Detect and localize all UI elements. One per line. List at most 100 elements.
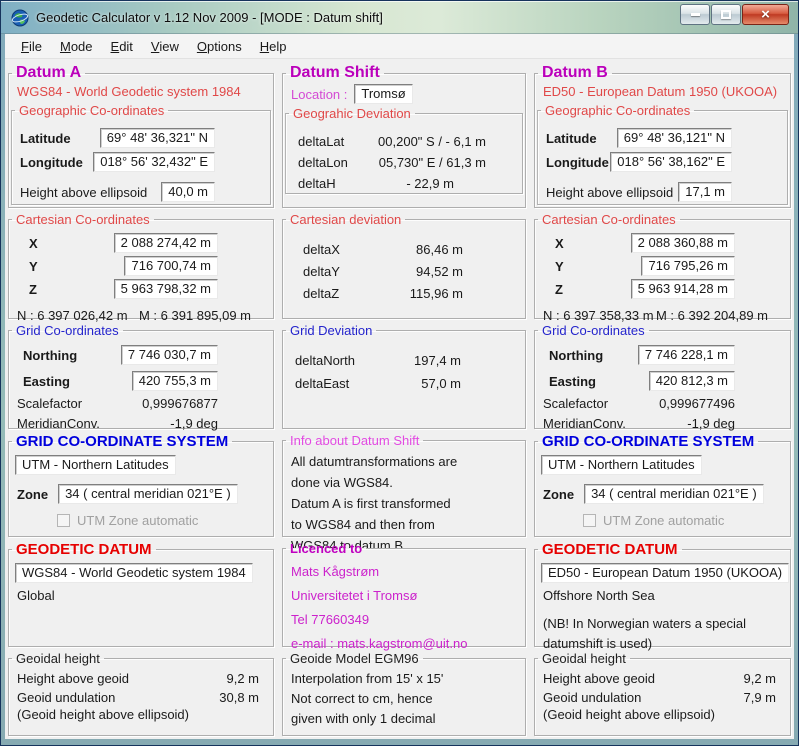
menu-options[interactable]: Options (188, 36, 251, 57)
y-label: Y (29, 259, 38, 274)
deltalon-value: 05,730" E / 61,3 m (379, 155, 486, 170)
longitude-row: Longitude 018° 56' 38,162" E (538, 152, 787, 172)
height-field[interactable]: 40,0 m (161, 182, 215, 202)
latitude-label: Latitude (20, 131, 71, 146)
meridian-row: MeridianConv. -1,9 deg (535, 416, 790, 431)
scalefactor-label: Scalefactor (17, 396, 82, 411)
deltanorth-value: 197,4 m (414, 353, 461, 368)
zone-label: Zone (17, 487, 48, 502)
utm-auto-checkbox[interactable] (583, 514, 596, 527)
zone-label: Zone (543, 487, 574, 502)
latitude-field[interactable]: 69° 48' 36,321" N (100, 128, 215, 148)
datum-b-column: Datum B ED50 - European Datum 1950 (UKOO… (534, 64, 791, 736)
grid-system-field[interactable]: UTM - Northern Latitudes (541, 455, 702, 475)
datum-b-geodetic-frame: GEODETIC DATUM ED50 - European Datum 195… (534, 541, 791, 647)
z-field[interactable]: 5 963 914,28 m (631, 279, 735, 299)
deltay-row: deltaY 94,52 m (283, 264, 525, 279)
geodetic-datum-field[interactable]: ED50 - European Datum 1950 (UKOOA) (541, 563, 789, 583)
menu-mode[interactable]: Mode (51, 36, 102, 57)
height-row: Height above ellipsoid 17,1 m (538, 182, 787, 202)
deltanorth-row: deltaNorth 197,4 m (283, 353, 525, 368)
deltaeast-value: 57,0 m (421, 376, 461, 391)
longitude-field[interactable]: 018° 56' 32,432" E (93, 152, 215, 172)
easting-row: Easting 420 755,3 m (9, 371, 273, 391)
easting-field[interactable]: 420 812,3 m (649, 371, 735, 391)
close-button[interactable]: × (742, 4, 789, 25)
datum-a-geoidal-frame: Geoidal height Height above geoid 9,2 m … (8, 651, 274, 736)
latitude-label: Latitude (546, 131, 597, 146)
geodetic-datum-field[interactable]: WGS84 - World Geodetic system 1984 (15, 563, 253, 583)
nm-row: N : 6 397 358,33 m M : 6 392 204,89 m (535, 308, 790, 323)
easting-field[interactable]: 420 755,3 m (132, 371, 218, 391)
x-row: X 2 088 360,88 m (535, 233, 790, 253)
datum-a-grid-frame: Grid Co-ordinates Northing 7 746 030,7 m… (8, 323, 274, 429)
minimize-button[interactable] (680, 4, 710, 25)
height-label: Height above ellipsoid (20, 185, 147, 200)
geoid-height-value: 9,2 m (743, 671, 776, 686)
datum-b-title: Datum B (538, 64, 612, 82)
geoid-height-row: Height above geoid 9,2 m (9, 671, 273, 686)
deltaeast-row: deltaEast 57,0 m (283, 376, 525, 391)
height-field[interactable]: 17,1 m (678, 182, 732, 202)
utm-auto-label: UTM Zone automatic (603, 513, 724, 528)
northing-label: Northing (23, 348, 77, 363)
longitude-field[interactable]: 018° 56' 38,162" E (610, 152, 732, 172)
location-label: Location : (291, 87, 347, 102)
n-value: N : 6 397 358,33 m (543, 308, 654, 323)
height-label: Height above ellipsoid (546, 185, 673, 200)
geoid-height-row: Height above geoid 9,2 m (535, 671, 790, 686)
z-field[interactable]: 5 963 798,32 m (114, 279, 218, 299)
geoide-model-text: Interpolation from 15' x 15' Not correct… (283, 667, 525, 729)
licensee-name: Mats Kågstrøm (291, 560, 525, 584)
y-field[interactable]: 716 795,26 m (641, 256, 735, 276)
deltaz-value: 115,96 m (410, 286, 463, 301)
titlebar[interactable]: Geodetic Calculator v 1.12 Nov 2009 - [M… (1, 1, 798, 34)
datum-b-frame: Datum B ED50 - European Datum 1950 (UKOO… (534, 64, 791, 208)
deltalon-row: deltaLon 05,730" E / 61,3 m (286, 155, 522, 170)
scalefactor-row: Scalefactor 0,999676877 (9, 396, 273, 411)
easting-label: Easting (23, 374, 70, 389)
x-field[interactable]: 2 088 274,42 m (114, 233, 218, 253)
northing-field[interactable]: 7 746 228,1 m (638, 345, 735, 365)
height-row: Height above ellipsoid 40,0 m (12, 182, 270, 202)
meridian-value: -1,9 deg (687, 416, 735, 431)
x-field[interactable]: 2 088 360,88 m (631, 233, 735, 253)
licence-text: Mats Kågstrøm Universitetet i Tromsø Tel… (283, 557, 525, 656)
datum-a-frame: Datum A WGS84 - World Geodetic system 19… (8, 64, 274, 208)
window-body: Datum A WGS84 - World Geodetic system 19… (1, 59, 798, 745)
utm-auto-row: UTM Zone automatic (583, 513, 790, 528)
deltalat-value: 00,200" S / - 6,1 m (378, 134, 486, 149)
zone-field[interactable]: 34 ( central meridian 021°E ) (58, 484, 238, 504)
geodetic-datum-notes: Global (9, 583, 273, 606)
undulation-row: Geoid undulation 30,8 m (9, 690, 273, 705)
datum-shift-frame: Datum Shift Location : Tromsø Geograhic … (282, 64, 526, 208)
northing-row: Northing 7 746 228,1 m (535, 345, 790, 365)
info-frame: Info about Datum Shift All datumtransfor… (282, 433, 526, 537)
menu-file[interactable]: File (12, 36, 51, 57)
scalefactor-value: 0,999676877 (142, 396, 218, 411)
y-field[interactable]: 716 700,74 m (124, 256, 218, 276)
utm-auto-label: UTM Zone automatic (77, 513, 198, 528)
menu-help[interactable]: Help (251, 36, 296, 57)
z-label: Z (29, 282, 37, 297)
x-row: X 2 088 274,42 m (9, 233, 273, 253)
menu-view[interactable]: View (142, 36, 188, 57)
location-field[interactable]: Tromsø (354, 84, 412, 104)
latitude-field[interactable]: 69° 48' 36,121" N (617, 128, 732, 148)
menu-edit[interactable]: Edit (102, 36, 142, 57)
meridian-row: MeridianConv. -1,9 deg (9, 416, 273, 431)
datum-a-geographic-frame: Geographic Co-ordinates Latitude 69° 48'… (11, 103, 271, 205)
scalefactor-label: Scalefactor (543, 396, 608, 411)
utm-auto-checkbox[interactable] (57, 514, 70, 527)
grid-system-field[interactable]: UTM - Northern Latitudes (15, 455, 176, 475)
northing-field[interactable]: 7 746 030,7 m (121, 345, 218, 365)
meridian-value: -1,9 deg (170, 416, 218, 431)
datum-a-gridsystem-frame: GRID CO-ORDINATE SYSTEM UTM - Northern L… (8, 433, 274, 537)
n-value: N : 6 397 026,42 m (17, 308, 128, 323)
meridian-label: MeridianConv. (543, 416, 626, 431)
datum-shift-column: Datum Shift Location : Tromsø Geograhic … (282, 64, 526, 736)
datum-a-geodetic-frame: GEODETIC DATUM WGS84 - World Geodetic sy… (8, 541, 274, 647)
zone-field[interactable]: 34 ( central meridian 021°E ) (584, 484, 764, 504)
maximize-button[interactable] (711, 4, 741, 25)
datum-b-subtitle: ED50 - European Datum 1950 (UKOOA) (535, 83, 790, 101)
